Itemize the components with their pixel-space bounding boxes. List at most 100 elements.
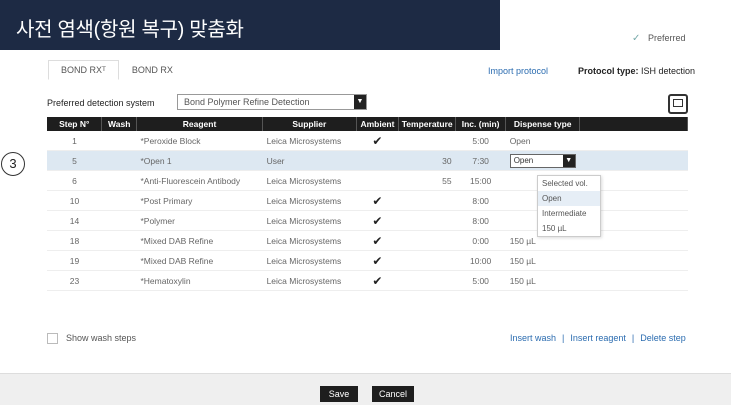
cell-reagent: *Mixed DAB Refine (136, 230, 263, 251)
table-row[interactable]: 1 *Peroxide Block Leica Microsystems ✔ 5:00 O… (47, 131, 688, 151)
detection-system-select[interactable]: Bond Polymer Refine Detection ▼ (177, 94, 367, 110)
dropdown-option[interactable]: Selected vol. (538, 176, 600, 191)
cell-temperature (398, 250, 456, 271)
cell-step: 5 (47, 150, 102, 171)
protocol-type-value: ISH detection (641, 66, 696, 76)
cell-wash (101, 230, 137, 251)
cell-inc: 15:00 (455, 170, 506, 191)
cell-wash (101, 170, 137, 191)
cell-supplier: Leica Microsystems (262, 250, 357, 271)
cell-ambient: ✔ (356, 270, 399, 291)
cell-ambient: ✔ (356, 131, 399, 151)
cell-spacer (579, 131, 688, 151)
col-wash: Wash (101, 117, 137, 131)
cell-inc: 0:00 (455, 230, 506, 251)
cell-inc: 5:00 (455, 131, 506, 151)
insert-wash-link[interactable]: Insert wash (510, 333, 556, 343)
col-spacer (579, 117, 688, 131)
printer-icon[interactable] (668, 94, 688, 114)
cell-ambient (356, 150, 399, 171)
cell-ambient: ✔ (356, 250, 399, 271)
preferred-checkbox[interactable]: ✓ Preferred (632, 33, 686, 44)
cell-wash (101, 150, 137, 171)
delete-step-link[interactable]: Delete step (640, 333, 686, 343)
col-step: Step N° (47, 117, 103, 131)
cell-step: 19 (47, 250, 102, 271)
cell-inc: 8:00 (455, 210, 506, 231)
cell-inc: 7:30 (455, 150, 506, 171)
save-button[interactable]: Save (320, 386, 358, 402)
cell-supplier: Leica Microsystems (262, 170, 357, 191)
cell-spacer (579, 150, 688, 171)
cell-temperature (398, 230, 456, 251)
table-row[interactable]: 5 *Open 1 User 30 7:30 Open ▼ (47, 150, 688, 171)
check-icon: ✔ (372, 133, 383, 148)
col-reagent: Reagent (136, 117, 264, 131)
cell-wash (101, 210, 137, 231)
cell-supplier: Leica Microsystems (262, 190, 357, 211)
col-supplier: Supplier (262, 117, 357, 131)
cell-ambient: ✔ (356, 210, 399, 231)
dispense-type-select[interactable]: Open ▼ (509, 153, 576, 168)
cell-wash (101, 190, 137, 211)
cell-step: 6 (47, 170, 102, 191)
table-row[interactable]: 19 *Mixed DAB Refine Leica Microsystems ✔ 10… (47, 250, 688, 271)
show-wash-label: Show wash steps (66, 333, 137, 343)
dropdown-option[interactable]: Open (538, 191, 600, 206)
check-icon: ✔ (372, 193, 383, 208)
preferred-label: Preferred (648, 33, 686, 43)
cell-reagent: *Post Primary (136, 190, 263, 211)
banner-title: 사전 염색(항원 복구) 맞춤화 (16, 19, 244, 41)
cell-reagent: *Peroxide Block (136, 131, 263, 151)
import-protocol-link[interactable]: Import protocol (488, 66, 548, 76)
col-ambient: Ambient (356, 117, 400, 131)
cell-inc: 10:00 (455, 250, 506, 271)
tab-bond-rx-m[interactable]: BOND RXᵀ (48, 60, 119, 80)
cell-temperature (398, 210, 456, 231)
cell-supplier: Leica Microsystems (262, 131, 357, 151)
triangle-down-icon: ▼ (562, 154, 575, 167)
cell-spacer (579, 270, 688, 291)
cell-temperature (398, 270, 456, 291)
cell-temperature (398, 131, 456, 151)
cell-dispense: 150 µL (505, 250, 580, 271)
show-wash-steps[interactable]: Show wash steps (47, 333, 137, 345)
col-inc: Inc. (min) (455, 117, 507, 131)
cell-supplier: Leica Microsystems (262, 230, 357, 251)
cell-ambient (356, 170, 399, 191)
col-temperature: Temperature (398, 117, 457, 131)
cell-inc: 5:00 (455, 270, 506, 291)
cell-step: 23 (47, 270, 102, 291)
protocol-type-label: Protocol type: (578, 66, 639, 76)
cell-supplier: Leica Microsystems (262, 210, 357, 231)
col-dispense: Dispense type (505, 117, 581, 131)
dropdown-option[interactable]: Intermediate (538, 206, 600, 221)
cell-reagent: *Polymer (136, 210, 263, 231)
cancel-button[interactable]: Cancel (372, 386, 414, 402)
dispense-type-dropdown: Selected vol. Open Intermediate 150 µL (537, 175, 601, 237)
protocol-type: Protocol type: ISH detection (578, 66, 695, 76)
cell-wash (101, 270, 137, 291)
cell-reagent: *Anti-Fluorescein Antibody (136, 170, 263, 191)
cell-ambient: ✔ (356, 230, 399, 251)
step-actions: Insert wash | Insert reagent | Delete step (510, 333, 686, 343)
table-row[interactable]: 23 *Hematoxylin Leica Microsystems ✔ 5:00 150… (47, 270, 688, 291)
show-wash-checkbox[interactable] (47, 333, 58, 345)
check-icon: ✔ (372, 273, 383, 288)
cell-step: 10 (47, 190, 102, 211)
cell-supplier: User (262, 150, 357, 171)
check-icon: ✔ (372, 253, 383, 268)
cell-step: 18 (47, 230, 102, 251)
cell-temperature: 55 (398, 170, 456, 191)
cell-step: 1 (47, 131, 102, 151)
cell-inc: 8:00 (455, 190, 506, 211)
check-icon: ✓ (632, 33, 641, 44)
cell-step: 14 (47, 210, 102, 231)
tab-bond-rx[interactable]: BOND RX (119, 60, 186, 80)
dialog-footer (0, 373, 731, 405)
insert-reagent-link[interactable]: Insert reagent (570, 333, 626, 343)
check-icon: ✔ (372, 233, 383, 248)
detection-system-value: Bond Polymer Refine Detection (184, 97, 310, 107)
triangle-down-icon: ▼ (354, 95, 366, 109)
dropdown-option[interactable]: 150 µL (538, 221, 600, 236)
